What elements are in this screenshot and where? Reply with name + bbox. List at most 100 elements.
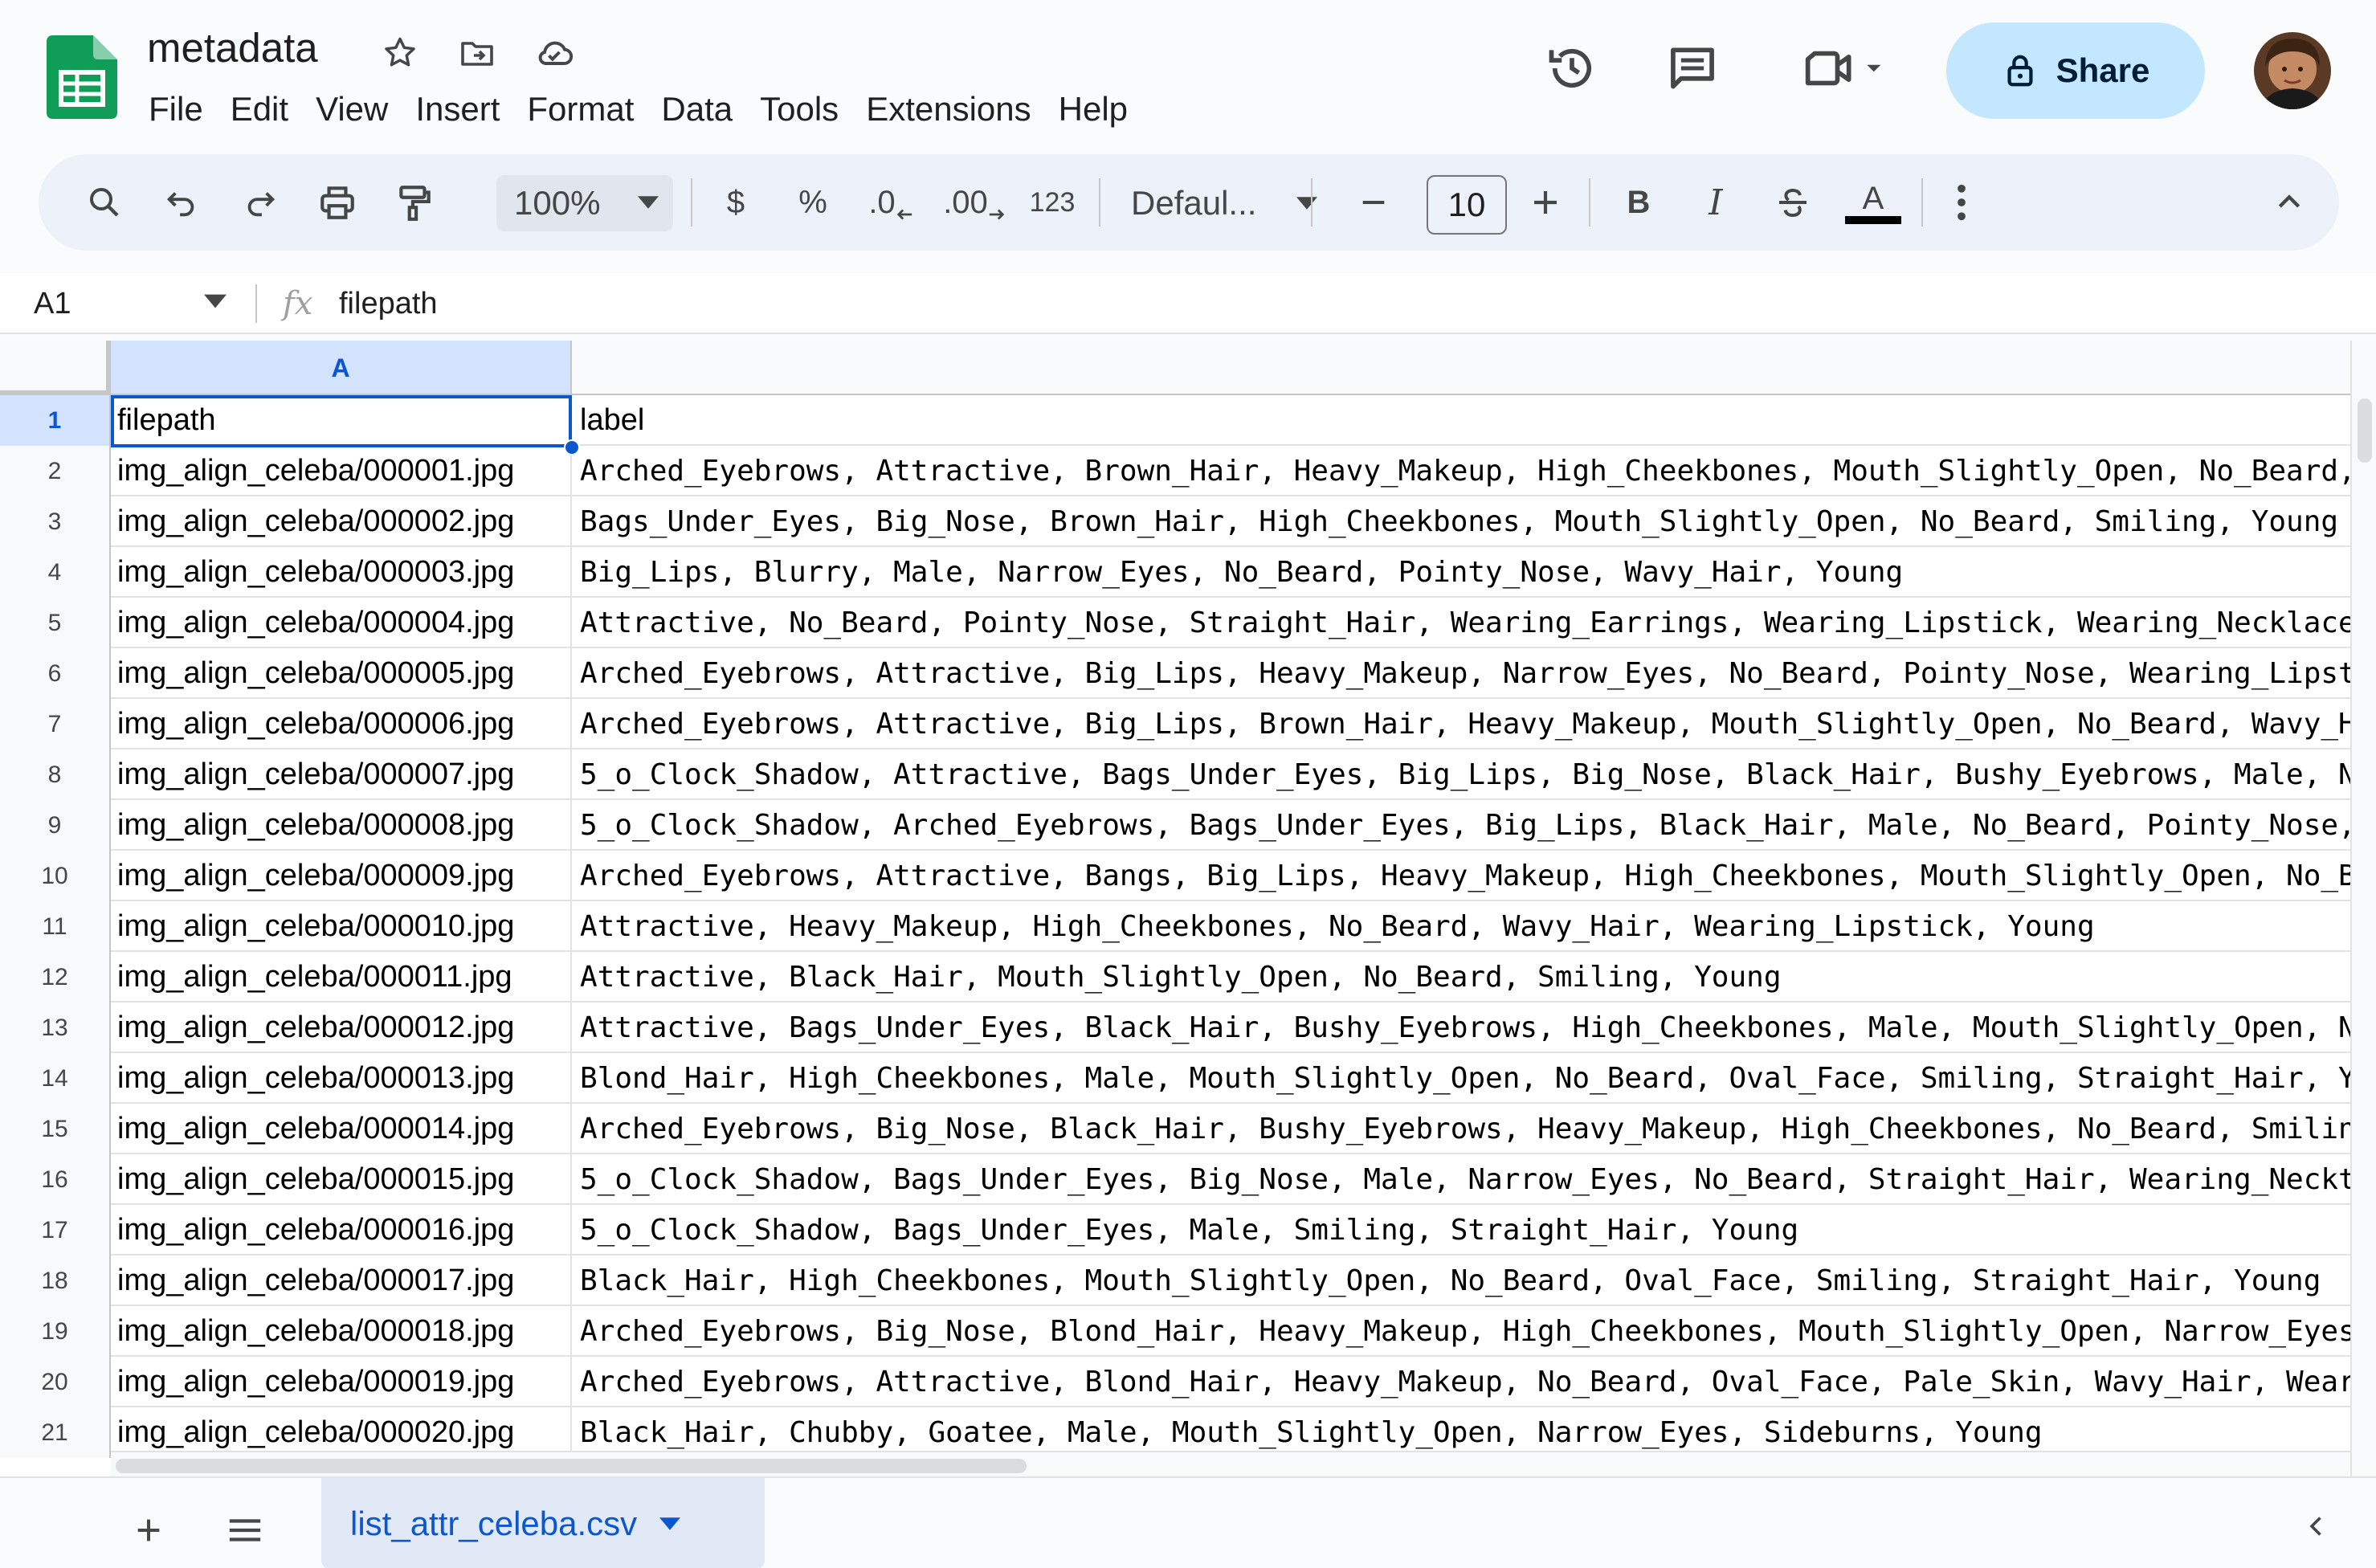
menu-view[interactable]: View: [302, 84, 402, 135]
cell-a[interactable]: img_align_celeba/000005.jpg: [111, 648, 572, 699]
row-header[interactable]: 3: [0, 496, 111, 547]
cell-a[interactable]: img_align_celeba/000015.jpg: [111, 1154, 572, 1205]
all-sheets-icon[interactable]: [217, 1502, 273, 1558]
menu-help[interactable]: Help: [1045, 84, 1141, 135]
add-sheet-icon[interactable]: [120, 1502, 177, 1558]
row-header[interactable]: 1: [0, 395, 111, 446]
cell-a[interactable]: img_align_celeba/000007.jpg: [111, 749, 572, 800]
print-icon[interactable]: [312, 177, 363, 228]
decrease-decimal-button[interactable]: .0: [863, 177, 919, 228]
paint-format-icon[interactable]: [389, 177, 440, 228]
menu-insert[interactable]: Insert: [402, 84, 513, 135]
version-history-icon[interactable]: [1537, 34, 1606, 103]
row-header[interactable]: 20: [0, 1357, 111, 1407]
cell-a[interactable]: img_align_celeba/000006.jpg: [111, 699, 572, 749]
cell-b[interactable]: Arched_Eyebrows, Attractive, Big_Lips, H…: [572, 648, 2350, 699]
search-menus-icon[interactable]: [79, 177, 130, 228]
zoom-select[interactable]: 100%: [496, 175, 673, 231]
menu-data[interactable]: Data: [647, 84, 746, 135]
row-header[interactable]: 19: [0, 1306, 111, 1357]
row-header[interactable]: 14: [0, 1053, 111, 1104]
menu-edit[interactable]: Edit: [217, 84, 302, 135]
cell-b[interactable]: Arched_Eyebrows, Big_Nose, Black_Hair, B…: [572, 1104, 2350, 1154]
collapse-toolbar-icon[interactable]: [2264, 177, 2315, 228]
cell-a[interactable]: img_align_celeba/000004.jpg: [111, 598, 572, 648]
comment-icon[interactable]: [1658, 34, 1727, 103]
cell-a[interactable]: img_align_celeba/000010.jpg: [111, 901, 572, 952]
row-header[interactable]: 11: [0, 901, 111, 952]
cell-a[interactable]: img_align_celeba/000013.jpg: [111, 1053, 572, 1104]
increase-decimal-button[interactable]: .00: [941, 177, 1007, 228]
bold-button[interactable]: B: [1613, 177, 1664, 228]
sheets-logo-icon[interactable]: [47, 35, 117, 119]
italic-button[interactable]: I: [1690, 177, 1741, 228]
column-header-b[interactable]: [572, 341, 2350, 395]
avatar[interactable]: [2254, 32, 2331, 109]
horizontal-scroll-thumb[interactable]: [116, 1459, 1027, 1473]
cell-b[interactable]: label: [572, 395, 2350, 446]
meet-icon[interactable]: [1788, 34, 1900, 103]
cell-b[interactable]: 5_o_Clock_Shadow, Bags_Under_Eyes, Big_N…: [572, 1154, 2350, 1205]
menu-tools[interactable]: Tools: [746, 84, 852, 135]
cell-b[interactable]: Blond_Hair, High_Cheekbones, Male, Mouth…: [572, 1053, 2350, 1104]
menu-format[interactable]: Format: [513, 84, 647, 135]
cell-b[interactable]: Attractive, Bags_Under_Eyes, Black_Hair,…: [572, 1002, 2350, 1053]
horizontal-scrollbar[interactable]: [111, 1451, 2350, 1476]
chevron-down-icon[interactable]: [659, 1517, 681, 1530]
cell-a[interactable]: filepath: [111, 395, 572, 446]
cell-a[interactable]: img_align_celeba/000019.jpg: [111, 1357, 572, 1407]
cell-a[interactable]: img_align_celeba/000002.jpg: [111, 496, 572, 547]
cell-b[interactable]: Arched_Eyebrows, Attractive, Bangs, Big_…: [572, 851, 2350, 901]
cell-b[interactable]: 5_o_Clock_Shadow, Arched_Eyebrows, Bags_…: [572, 800, 2350, 851]
cell-b[interactable]: Bags_Under_Eyes, Big_Nose, Brown_Hair, H…: [572, 496, 2350, 547]
formula-input[interactable]: filepath: [339, 273, 438, 334]
decrease-font-size-button[interactable]: [1348, 177, 1399, 228]
row-header[interactable]: 18: [0, 1256, 111, 1306]
increase-font-size-button[interactable]: [1520, 177, 1571, 228]
menu-file[interactable]: File: [135, 84, 217, 135]
row-header[interactable]: 8: [0, 749, 111, 800]
row-header[interactable]: 16: [0, 1154, 111, 1205]
cell-b[interactable]: 5_o_Clock_Shadow, Attractive, Bags_Under…: [572, 749, 2350, 800]
vertical-scroll-thumb[interactable]: [2358, 398, 2372, 463]
sheet-tab[interactable]: list_attr_celeba.csv: [321, 1478, 765, 1568]
strikethrough-icon[interactable]: [1767, 177, 1819, 228]
format-currency-button[interactable]: $: [710, 177, 761, 228]
menu-extensions[interactable]: Extensions: [852, 84, 1044, 135]
row-header[interactable]: 21: [0, 1407, 111, 1458]
star-icon[interactable]: [378, 31, 423, 76]
more-formats-button[interactable]: 123: [1020, 177, 1084, 228]
chevron-down-icon[interactable]: [204, 294, 227, 308]
cell-a[interactable]: img_align_celeba/000009.jpg: [111, 851, 572, 901]
chevron-left-icon[interactable]: [2292, 1502, 2341, 1550]
cell-b[interactable]: Arched_Eyebrows, Attractive, Big_Lips, B…: [572, 699, 2350, 749]
cell-a[interactable]: img_align_celeba/000017.jpg: [111, 1256, 572, 1306]
cell-a[interactable]: img_align_celeba/000018.jpg: [111, 1306, 572, 1357]
font-size-input[interactable]: 10: [1427, 175, 1507, 235]
document-title[interactable]: metadata: [147, 22, 318, 74]
row-header[interactable]: 9: [0, 800, 111, 851]
cell-a[interactable]: img_align_celeba/000012.jpg: [111, 1002, 572, 1053]
cell-b[interactable]: Big_Lips, Blurry, Male, Narrow_Eyes, No_…: [572, 547, 2350, 598]
row-header[interactable]: 7: [0, 699, 111, 749]
name-box[interactable]: A1: [34, 273, 71, 334]
cell-a[interactable]: img_align_celeba/000014.jpg: [111, 1104, 572, 1154]
cell-b[interactable]: Attractive, Black_Hair, Mouth_Slightly_O…: [572, 952, 2350, 1002]
cell-b[interactable]: Arched_Eyebrows, Attractive, Brown_Hair,…: [572, 446, 2350, 496]
cell-a[interactable]: img_align_celeba/000011.jpg: [111, 952, 572, 1002]
cell-b[interactable]: Attractive, Heavy_Makeup, High_Cheekbone…: [572, 901, 2350, 952]
cloud-saved-icon[interactable]: [532, 31, 577, 76]
cell-b[interactable]: Black_Hair, High_Cheekbones, Mouth_Sligh…: [572, 1256, 2350, 1306]
cell-b[interactable]: Arched_Eyebrows, Attractive, Blond_Hair,…: [572, 1357, 2350, 1407]
undo-icon[interactable]: [156, 177, 207, 228]
column-header-a[interactable]: A: [111, 341, 572, 395]
row-header[interactable]: 10: [0, 851, 111, 901]
row-header[interactable]: 15: [0, 1104, 111, 1154]
format-percent-button[interactable]: %: [787, 177, 839, 228]
cell-b[interactable]: Arched_Eyebrows, Big_Nose, Blond_Hair, H…: [572, 1306, 2350, 1357]
cell-a[interactable]: img_align_celeba/000001.jpg: [111, 446, 572, 496]
font-select[interactable]: Defaul...: [1118, 175, 1327, 231]
cell-b[interactable]: 5_o_Clock_Shadow, Bags_Under_Eyes, Male,…: [572, 1205, 2350, 1256]
row-header[interactable]: 2: [0, 446, 111, 496]
text-color-button[interactable]: A: [1844, 177, 1902, 228]
